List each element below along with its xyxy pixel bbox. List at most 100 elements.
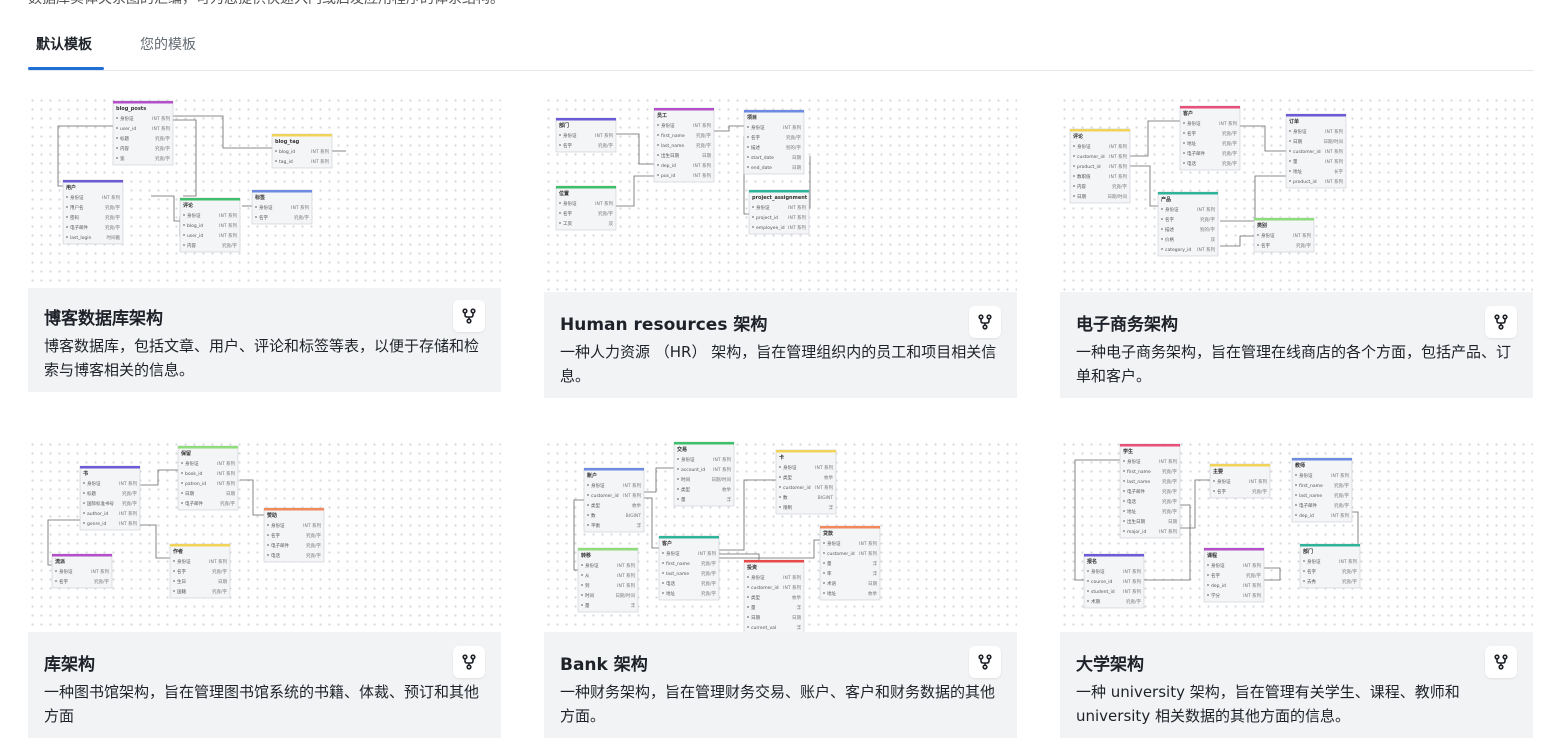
template-card-blog[interactable]: blog_posts 身份证 INT 系列 user_id INT 系列 标题 究竟/字 内容… [28, 96, 501, 392]
er-column-type: INT 系列 [119, 510, 137, 517]
er-table: 类别身份证 INT 系列名字 究竟/字 [1253, 217, 1315, 253]
key-icon [581, 574, 583, 576]
er-column-name: 身份证 [585, 562, 599, 569]
er-table: 账户身份证 INT 系列 customer_id INT 系列类型 枚举数 BIGINT 平… [583, 467, 645, 533]
er-column-type: 究竟/字 [598, 142, 614, 149]
er-table: 交易身份证 INT 系列 account_id INT 系列时间 日期/时间类型 枚举量 浮 [673, 441, 735, 507]
key-icon [116, 147, 118, 149]
er-column-type: 枚举 [824, 474, 833, 481]
er-column-name: 身份证 [120, 115, 134, 122]
er-column-type: 究竟/字 [1252, 488, 1268, 495]
key-icon [1289, 140, 1291, 142]
er-table-name: 产品 [1161, 196, 1171, 203]
er-column-name: 出生日期 [1127, 518, 1145, 525]
key-icon [662, 572, 664, 574]
key-icon [823, 572, 825, 574]
er-column-type: INT 系列 [311, 158, 329, 165]
template-preview: 评论 身份证 INT 系列 customer_id INT 系列 product_id IN… [1060, 96, 1533, 292]
er-column-type: INT 系列 [1109, 153, 1127, 160]
er-column-type: 究竟/字 [105, 224, 121, 231]
er-column-name: 日期 [1293, 139, 1302, 145]
er-column-name: 身份证 [185, 460, 199, 467]
er-column-type: INT 系列 [219, 232, 237, 239]
card-title: 电子商务架构 [1076, 315, 1178, 335]
er-column-name: last_name [1127, 479, 1150, 485]
er-column-name: 身份证 [751, 574, 765, 581]
key-icon [747, 606, 749, 608]
er-column-name: 电子邮件 [1299, 502, 1317, 509]
tab-default-templates[interactable]: 默认模板 [36, 34, 92, 54]
fork-template-button[interactable] [969, 306, 1001, 338]
er-table-name: 类别 [1257, 222, 1267, 229]
er-table-name: 订单 [1289, 118, 1299, 125]
er-table: 项目身份证 INT 系列名字 究竟/字描述 别的/字 start_date 日期 end_d… [743, 109, 805, 175]
er-column-name: 名字 [259, 214, 268, 221]
template-card-library[interactable]: 书身份证 INT 系列 标题 究竟/字 国际标准书号 究竟/字 author_id INT 系… [28, 440, 501, 738]
key-icon [1183, 162, 1185, 164]
key-icon [1295, 514, 1297, 516]
key-icon [1087, 600, 1089, 602]
template-card-ecommerce[interactable]: 评论 身份证 INT 系列 customer_id INT 系列 product_id IN… [1060, 96, 1533, 398]
er-column-type: INT 系列 [1243, 592, 1261, 599]
er-column-type: 究竟/字 [306, 532, 322, 539]
er-table-accent [80, 466, 140, 469]
er-column-type: INT 系列 [152, 115, 170, 122]
fork-template-button[interactable] [969, 646, 1001, 678]
er-column-name: 到 [585, 582, 590, 589]
er-column-name: 身份证 [591, 482, 605, 489]
er-column-name: 身份证 [259, 204, 273, 211]
er-table-name: 交易 [677, 446, 687, 453]
er-column-type: 浮 [829, 504, 834, 511]
key-icon [752, 206, 754, 208]
fork-template-button[interactable] [453, 300, 485, 332]
key-icon [747, 596, 749, 598]
er-column-name: pos_id [661, 173, 675, 179]
er-column-type: 浮 [873, 560, 878, 567]
template-card-university[interactable]: 学生 身份证 INT 系列 first_name 究竟/字 last_name 究竟/字 电子… [1060, 440, 1533, 738]
er-table-name: project_assignment [752, 195, 808, 201]
er-column-name: 身份证 [1307, 558, 1321, 565]
er-column-type: INT 系列 [119, 520, 137, 527]
template-card-hr[interactable]: 部门 身份证 INT 系列 名字 究竟/字 员工 身份证 INT 系列 first_name 究竟… [544, 96, 1017, 398]
key-icon [587, 514, 589, 516]
er-table-name: 员工 [657, 112, 667, 119]
fork-template-button[interactable] [453, 646, 485, 678]
er-tables: 部门身份证 INT 系列名字 究竟/字员工身份证 INT 系列first_name 究竟… [555, 107, 810, 235]
key-icon [116, 117, 118, 119]
fork-template-button[interactable] [1485, 646, 1517, 678]
er-table: 保留身份证 INT 系列 book_id INT 系列 patron_id INT 系列日… [177, 445, 239, 511]
key-icon [779, 476, 781, 478]
er-column-name: 身份证 [1261, 232, 1275, 239]
er-column-type: 究竟/字 [1222, 130, 1238, 137]
er-column-type: 究竟/字 [122, 500, 138, 507]
er-column-name: user_id [120, 126, 136, 132]
key-icon [1073, 195, 1075, 197]
er-column-name: 生日 [177, 578, 186, 585]
er-column-type: 究竟/字 [105, 204, 121, 211]
er-column-name: 身份证 [271, 522, 285, 529]
fork-template-button[interactable] [1485, 306, 1517, 338]
er-column-type: 日期 [1168, 519, 1177, 525]
er-column-name: tag_id [279, 159, 293, 165]
tab-your-templates[interactable]: 您的模板 [140, 34, 196, 54]
key-icon [1207, 574, 1209, 576]
er-column-type: INT 系列 [102, 194, 120, 201]
er-column-type: BIGINT [626, 513, 642, 519]
er-column-name: 限制 [783, 504, 792, 511]
template-card-bank[interactable]: 账户 身份证 INT 系列 customer_id INT 系列 类型 枚举数 BIGINT 平… [544, 440, 1017, 738]
er-column-name: 术语 [827, 580, 836, 587]
key-icon [747, 156, 749, 158]
key-icon [657, 164, 659, 166]
er-column-name: 身份证 [1293, 128, 1307, 135]
er-column-name: 量 [751, 604, 756, 611]
key-icon [1257, 234, 1259, 236]
er-table: project_assignment 身份证 INT 系列 project_id INT… [748, 189, 810, 235]
er-table-accent [180, 198, 240, 201]
er-column-name: 身份证 [177, 558, 191, 565]
er-column-type: INT 系列 [859, 540, 877, 547]
key-icon [677, 498, 679, 500]
er-column-name: 身份证 [1091, 568, 1105, 575]
er-table: 位置身份证 INT 系列名字 究竟/字工资 双 [555, 185, 617, 231]
key-icon [662, 562, 664, 564]
key-icon [559, 202, 561, 204]
